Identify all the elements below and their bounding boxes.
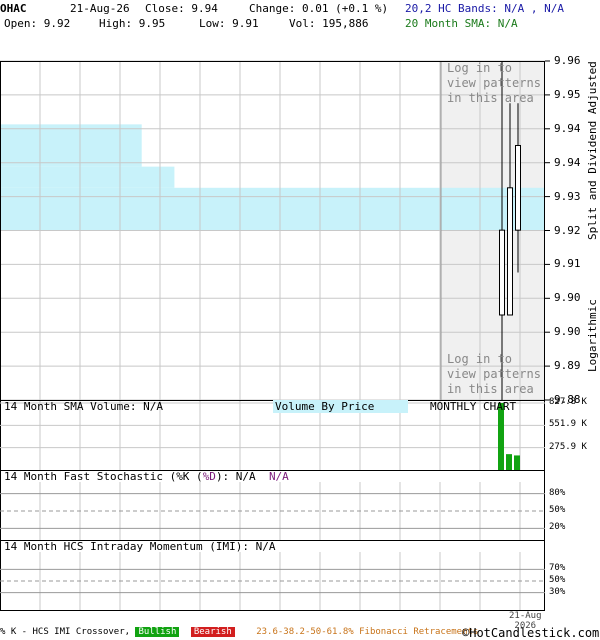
stochastic-label-prefix: 14 Month Fast Stochastic ( xyxy=(4,470,177,483)
volume-bars xyxy=(498,403,520,470)
price-tick-label: 9.90 xyxy=(554,291,581,305)
volume-tick-label: 827.8 K xyxy=(549,397,587,407)
stochastic-d: %D xyxy=(202,470,216,483)
crossover-legend: % K - HCS IMI Crossover, xyxy=(0,627,131,637)
volume-by-price-label: Volume By Price xyxy=(273,400,409,413)
stochastic-tick-label: 50% xyxy=(549,505,566,515)
pattern-note-bottom[interactable]: Log in to view patterns in this area xyxy=(447,352,541,397)
stochastic-d-value: N/A xyxy=(268,470,289,483)
price-tick-label: 9.94 xyxy=(554,121,581,135)
stochastic-tick-label: 20% xyxy=(549,522,566,533)
bullish-tag: Bullish xyxy=(135,627,180,637)
imi-grid xyxy=(0,552,545,610)
stochastic-k: %K xyxy=(176,470,190,483)
volume-bar xyxy=(514,455,520,470)
stochastic-grid xyxy=(0,482,545,540)
logarithmic-label: Logarithmic xyxy=(586,299,599,372)
price-tick-label: 9.96 xyxy=(554,54,581,67)
volume-bar xyxy=(498,403,504,470)
candle-body xyxy=(515,144,521,231)
fibonacci-legend: 23.6-38.2-50-61.8% Fibonacci Retracement… xyxy=(256,627,479,637)
price-tick-label: 9.93 xyxy=(554,189,581,203)
candle-body xyxy=(499,229,505,316)
price-tick-label: 9.91 xyxy=(554,257,581,271)
pattern-note-top[interactable]: Log in to view patterns in this area xyxy=(447,61,541,106)
volume-bar xyxy=(506,454,512,470)
chart-period-label: MONTHLY CHART xyxy=(430,400,517,413)
stochastic-label: 14 Month Fast Stochastic (%K (%D): N/A N… xyxy=(4,470,289,483)
split-dividend-label: Split and Dividend Adjusted xyxy=(586,61,599,240)
candle-body xyxy=(507,187,513,316)
price-tick-label: 9.95 xyxy=(554,87,581,101)
volume-by-price-bar xyxy=(0,166,175,188)
imi-tick-label: 70% xyxy=(549,563,566,574)
price-panel xyxy=(0,60,550,401)
stochastic-tick-label: 80% xyxy=(549,487,566,498)
volume-tick-label: 551.9 K xyxy=(549,419,587,430)
imi-tick-label: 50% xyxy=(549,575,566,585)
price-tick-label: 9.89 xyxy=(554,359,581,373)
stochastic-label-suffix: ): N/A xyxy=(215,470,256,483)
price-axis-ticks xyxy=(545,60,550,401)
price-tick-label: 9.90 xyxy=(554,325,581,339)
price-tick-label: 9.94 xyxy=(554,155,581,169)
imi-label: 14 Month HCS Intraday Momentum (IMI): N/… xyxy=(4,540,276,553)
bearish-tag: Bearish xyxy=(190,627,235,637)
x-axis-date-day: 21-Aug xyxy=(509,611,542,621)
volume-sma-label: 14 Month SMA Volume: N/A xyxy=(4,400,163,413)
volume-by-price-bar xyxy=(0,187,545,231)
price-tick-label: 9.92 xyxy=(554,223,581,237)
site-logo[interactable]: ©HotCandlestick.com xyxy=(462,626,599,640)
imi-tick-label: 30% xyxy=(549,586,566,597)
chart-footer: % K - HCS IMI Crossover, Bullish Bearish… xyxy=(0,627,478,637)
volume-tick-label: 275.9 K xyxy=(549,441,587,452)
